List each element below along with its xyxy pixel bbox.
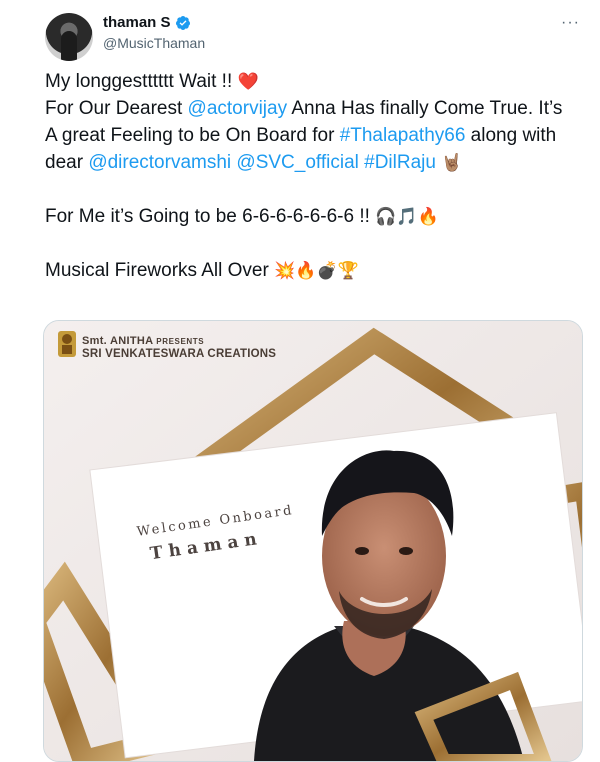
avatar-silhouette	[61, 31, 77, 61]
mention-actorvijay-link[interactable]: @actorvijay	[188, 98, 288, 119]
headphones-music-fire-icons: 🎧🎵🔥	[375, 207, 439, 226]
tweet-line-2-pre: For Our Dearest	[45, 98, 188, 119]
tweet-text: My longgestttttt Wait !! ❤️ For Our Dear…	[45, 68, 575, 284]
tweet-line-6-text: Musical Fireworks All Over	[45, 260, 275, 281]
tweet-line-6: Musical Fireworks All Over 💥🔥💣🏆	[45, 257, 575, 284]
more-options-icon[interactable]: ···	[561, 14, 580, 32]
mention-directorvamshi-link[interactable]: @directorvamshi	[88, 152, 231, 173]
tweet-line-1: My longgestttttt Wait !! ❤️	[45, 68, 575, 95]
hashtag-dilraju-link[interactable]: #DilRaju	[364, 152, 436, 173]
verified-badge-icon	[175, 15, 190, 30]
presents-label: PRESENTS	[156, 337, 205, 346]
media-artwork	[44, 321, 582, 761]
production-name: SRI VENKATESWARA CREATIONS	[82, 348, 277, 360]
tweet-line-5: For Me it’s Going to be 6-6-6-6-6-6-6 !!…	[45, 203, 575, 230]
author-display-name[interactable]: thaman S	[103, 14, 171, 31]
production-brand: Smt. ANITHA PRESENTS SRI VENKATESWARA CR…	[82, 335, 276, 360]
author-name-row: thaman S	[103, 14, 191, 31]
tweet-line-5-text: For Me it’s Going to be 6-6-6-6-6-6-6 !!	[45, 206, 376, 227]
hashtag-thalapathy66-link[interactable]: #Thalapathy66	[340, 125, 466, 146]
rock-hand-icon: 🤘🏽	[441, 153, 463, 172]
svc-logo-emblem	[58, 331, 76, 357]
tweet-line-1-text: My longgestttttt Wait !!	[45, 71, 238, 92]
tweet-line-2: For Our Dearest @actorvijay Anna Has fin…	[45, 95, 575, 176]
heart-icon: ❤️	[237, 72, 259, 91]
tweet[interactable]: thaman S @MusicThaman ··· My longgestttt…	[0, 0, 600, 762]
presenter-name: Smt. ANITHA	[82, 335, 153, 347]
tweet-media-image[interactable]: Smt. ANITHA PRESENTS SRI VENKATESWARA CR…	[43, 320, 583, 762]
author-handle[interactable]: @MusicThaman	[103, 35, 205, 51]
mention-svc-official-link[interactable]: @SVC_official	[236, 152, 358, 173]
avatar[interactable]	[45, 13, 93, 61]
fireworks-trophy-icons: 💥🔥💣🏆	[274, 261, 359, 280]
